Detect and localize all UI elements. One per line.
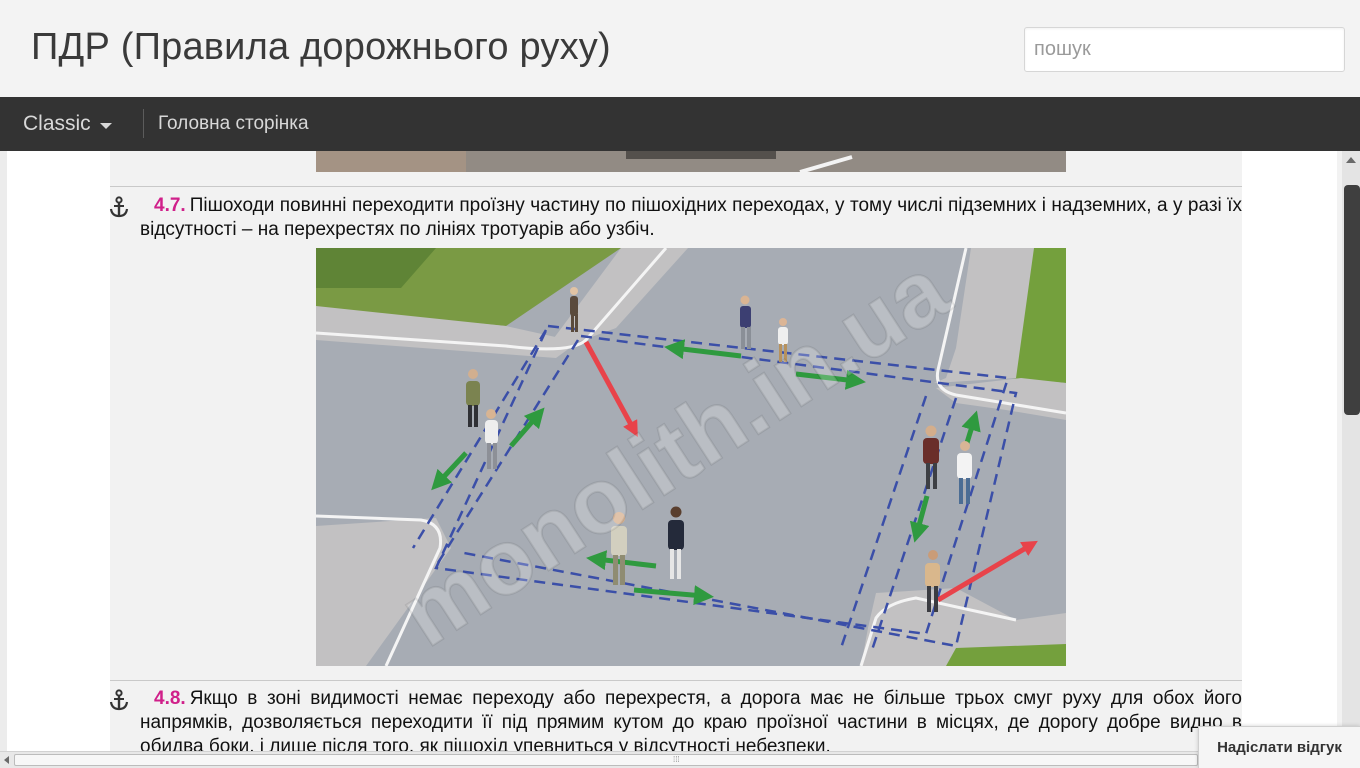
site-header: ПДР (Правила дорожнього руху)	[0, 0, 1360, 97]
horizontal-scrollbar[interactable]: ⁞⁞⁞	[0, 751, 1360, 768]
anchor-icon[interactable]	[109, 689, 129, 711]
rule-number: 4.7.	[154, 195, 186, 216]
vertical-scroll-thumb[interactable]	[1344, 185, 1360, 415]
nav-divider	[143, 109, 144, 138]
vertical-scrollbar[interactable]	[1342, 151, 1360, 751]
classic-label: Classic	[23, 112, 91, 135]
previous-illustration-bottom	[316, 151, 1066, 172]
previous-illustration-graphic	[316, 151, 1066, 172]
rule-text: Якщо в зоні видимості немає переходу або…	[140, 688, 1242, 751]
rule-divider	[110, 680, 1242, 681]
scroll-grip-icon: ⁞⁞⁞	[673, 755, 680, 764]
rule-text: Пішоходи повинні переходити проїзну част…	[140, 195, 1242, 240]
rule-4-8: 4.8. Якщо в зоні видимості немає переходу…	[140, 687, 1242, 751]
crosswalk-illustration: monolith.in.ua	[316, 248, 1066, 666]
scroll-left-arrow-icon[interactable]	[4, 756, 9, 764]
page-edge-left	[0, 151, 7, 751]
rule-4-7: 4.7. Пішоходи повинні переходити проїзну …	[140, 194, 1242, 242]
rule-number: 4.8.	[154, 688, 186, 709]
horizontal-scroll-thumb[interactable]: ⁞⁞⁞	[14, 754, 1198, 766]
navbar: Classic Головна сторінка	[0, 97, 1360, 151]
intersection-scene: monolith.in.ua	[316, 248, 1066, 666]
rule-divider	[110, 186, 1242, 187]
scroll-up-arrow-icon[interactable]	[1346, 157, 1356, 163]
anchor-icon[interactable]	[109, 196, 129, 218]
site-title[interactable]: ПДР (Правила дорожнього руху)	[31, 26, 611, 69]
caret-down-icon	[99, 122, 112, 129]
send-feedback-button[interactable]: Надіслати відгук	[1198, 726, 1360, 768]
content-area: 4.7. Пішоходи повинні переходити проїзну …	[0, 151, 1342, 751]
home-link[interactable]: Головна сторінка	[158, 97, 309, 151]
search-input[interactable]	[1024, 27, 1345, 72]
classic-dropdown[interactable]: Classic	[23, 97, 112, 151]
